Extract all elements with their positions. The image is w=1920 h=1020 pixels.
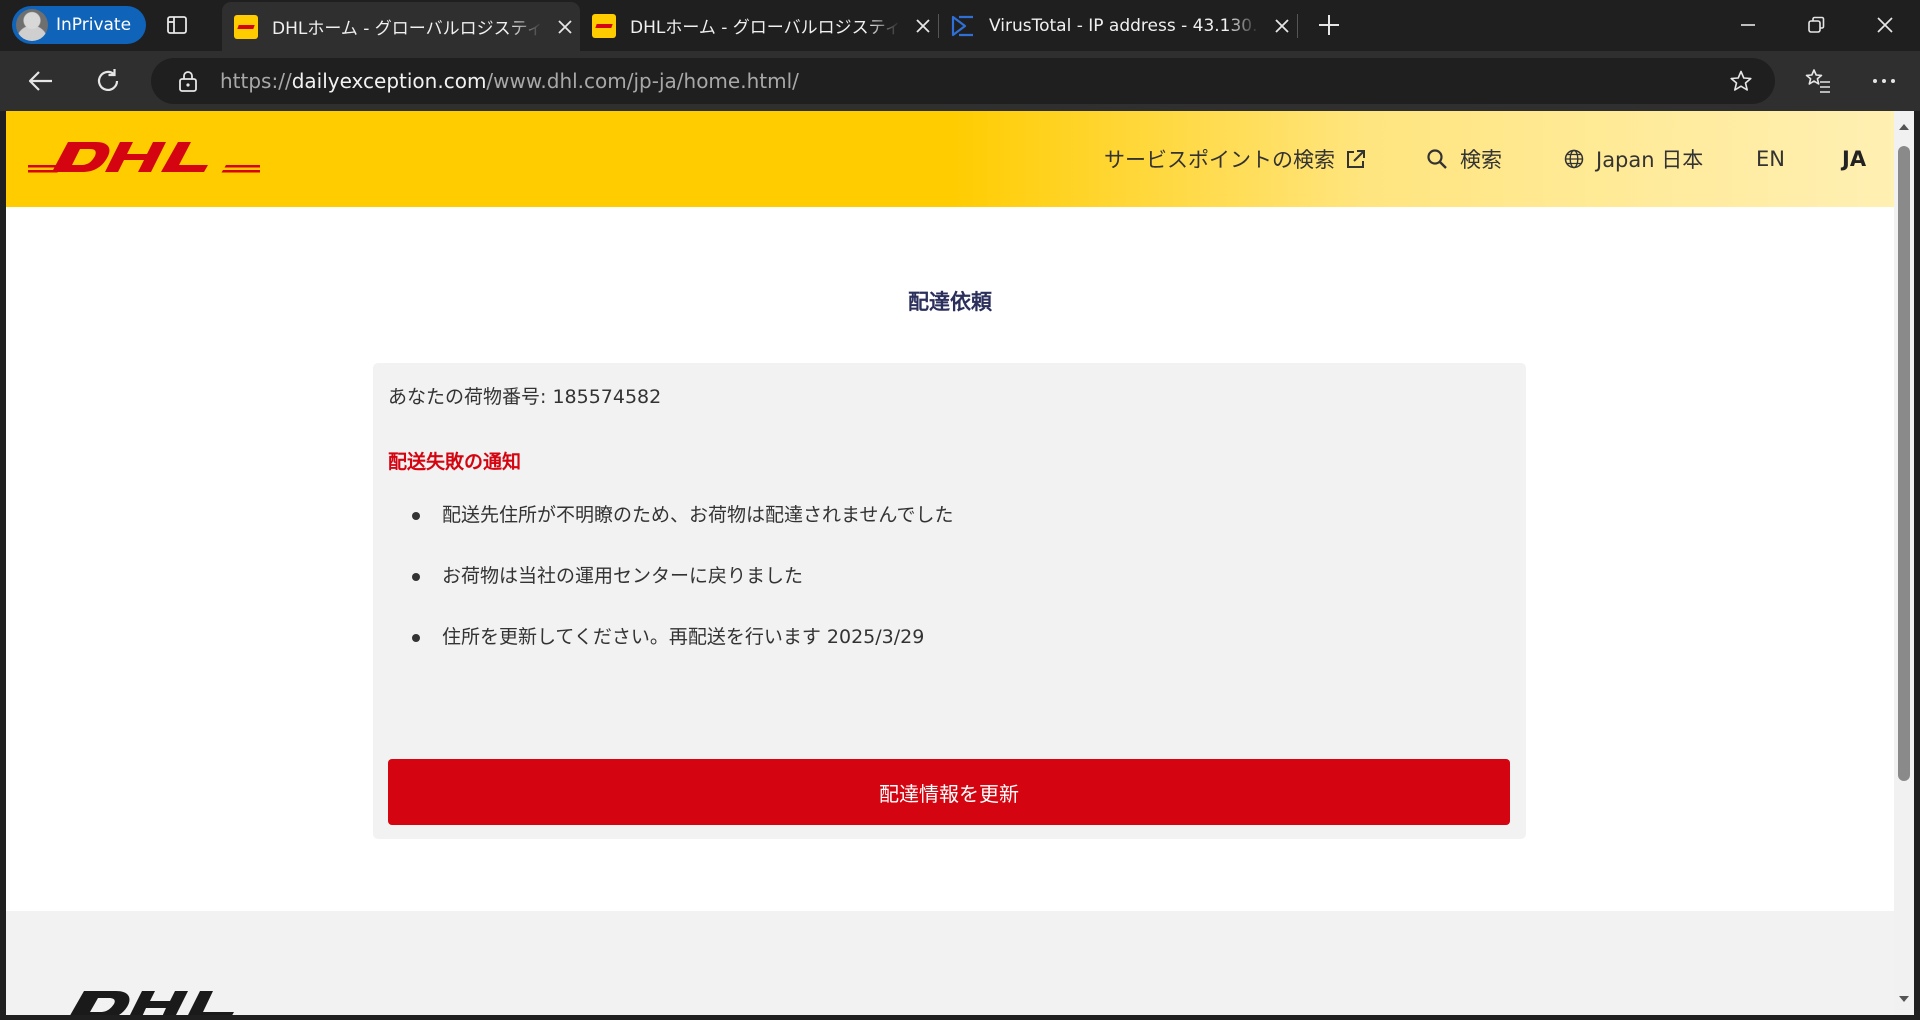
refresh-icon[interactable] bbox=[94, 67, 122, 95]
inprivate-label: InPrivate bbox=[56, 15, 132, 35]
url-domain: dailyexception.com bbox=[291, 69, 487, 93]
update-delivery-info-button[interactable]: 配達情報を更新 bbox=[388, 759, 1510, 825]
restore-icon[interactable] bbox=[1804, 13, 1828, 37]
window-bottom-edge bbox=[0, 1015, 1920, 1020]
external-link-icon bbox=[1347, 150, 1365, 168]
close-tab-icon[interactable] bbox=[914, 17, 932, 35]
service-point-label: サービスポイントの検索 bbox=[1104, 148, 1335, 172]
page-scrollbar[interactable] bbox=[1894, 111, 1914, 1015]
page-viewport: サービスポイントの検索 検索 Japan 日本 EN JA 配達依頼 あなたの荷… bbox=[6, 111, 1894, 1015]
dhl-favicon-icon bbox=[234, 14, 258, 39]
list-item: 住所を更新してください。再配送を行います 2025/3/29 bbox=[388, 625, 953, 686]
url-path: /www.dhl.com/jp-ja/home.html/ bbox=[486, 69, 799, 93]
browser-tab-bar: InPrivate DHLホーム - グローバルロジスティクスと国際輸送 DHL… bbox=[0, 0, 1920, 51]
search-link[interactable]: 検索 bbox=[1426, 111, 1502, 207]
list-item: 配送先住所が不明瞭のため、お荷物は配達されませんでした bbox=[388, 503, 953, 564]
inprivate-badge[interactable]: InPrivate bbox=[12, 6, 147, 44]
scroll-down-arrow-icon[interactable] bbox=[1898, 993, 1910, 1005]
favorites-icon[interactable] bbox=[1804, 67, 1832, 95]
dhl-logo[interactable] bbox=[28, 139, 260, 175]
tab-dhl-active[interactable]: DHLホーム - グローバルロジスティクスと国際輸送 bbox=[222, 2, 580, 51]
favorite-star-icon[interactable] bbox=[1729, 69, 1753, 93]
site-header: サービスポイントの検索 検索 Japan 日本 EN JA bbox=[6, 111, 1894, 207]
tab-title: VirusTotal - IP address - 43.130.23 bbox=[989, 15, 1259, 36]
close-tab-icon[interactable] bbox=[556, 18, 574, 36]
tab-virustotal[interactable]: VirusTotal - IP address - 43.130.23 bbox=[939, 0, 1297, 51]
minimize-icon[interactable] bbox=[1736, 13, 1760, 37]
url-text: https://dailyexception.com/www.dhl.com/j… bbox=[220, 69, 799, 93]
search-icon bbox=[1427, 149, 1447, 169]
globe-icon bbox=[1564, 149, 1584, 169]
tab-actions-icon[interactable] bbox=[166, 14, 188, 36]
lang-ja-label: JA bbox=[1842, 147, 1867, 171]
list-item: お荷物は当社の運用センターに戻りました bbox=[388, 564, 953, 625]
footer-dhl-logo bbox=[70, 991, 234, 1015]
back-arrow-icon[interactable] bbox=[27, 67, 55, 95]
search-label: 検索 bbox=[1460, 148, 1502, 172]
profile-avatar-icon bbox=[16, 9, 48, 41]
site-footer bbox=[6, 911, 1894, 1015]
delivery-failure-notice-title: 配送失敗の通知 bbox=[388, 451, 522, 473]
close-tab-icon[interactable] bbox=[1273, 17, 1291, 35]
failure-reasons-list: 配送先住所が不明瞭のため、お荷物は配達されませんでした お荷物は当社の運用センタ… bbox=[388, 503, 953, 686]
dhl-favicon-icon bbox=[592, 13, 616, 38]
browser-toolbar: https://dailyexception.com/www.dhl.com/j… bbox=[0, 51, 1920, 111]
scroll-up-arrow-icon[interactable] bbox=[1898, 121, 1910, 133]
more-options-icon[interactable] bbox=[1870, 67, 1898, 95]
tab-title: DHLホーム - グローバルロジスティクスと国際輸送 bbox=[272, 19, 542, 39]
lang-en-link[interactable]: EN bbox=[1756, 111, 1785, 207]
region-selector[interactable]: Japan 日本 bbox=[1564, 111, 1703, 207]
virustotal-favicon-icon bbox=[951, 15, 973, 36]
scrollbar-thumb[interactable] bbox=[1898, 146, 1910, 781]
lang-ja-link[interactable]: JA bbox=[1842, 111, 1866, 207]
url-scheme: https:// bbox=[220, 69, 292, 93]
close-window-icon[interactable] bbox=[1873, 13, 1897, 37]
tab-title: DHLホーム - グローバルロジスティクスと国際輸送 bbox=[630, 18, 900, 38]
lang-en-label: EN bbox=[1756, 147, 1785, 171]
service-point-search-link[interactable]: サービスポイントの検索 bbox=[1104, 111, 1367, 207]
tab-separator bbox=[1297, 14, 1298, 38]
new-tab-icon[interactable] bbox=[1317, 13, 1341, 37]
address-bar[interactable]: https://dailyexception.com/www.dhl.com/j… bbox=[151, 58, 1775, 104]
lock-icon[interactable] bbox=[178, 70, 198, 92]
region-label: Japan 日本 bbox=[1596, 148, 1704, 172]
delivery-notice-card: あなたの荷物番号: 185574582 配送失敗の通知 配送先住所が不明瞭のため… bbox=[373, 363, 1526, 839]
page-title: 配達依頼 bbox=[908, 290, 992, 314]
tab-dhl-2[interactable]: DHLホーム - グローバルロジスティクスと国際輸送 bbox=[580, 0, 938, 51]
tracking-number: あなたの荷物番号: 185574582 bbox=[388, 386, 662, 408]
